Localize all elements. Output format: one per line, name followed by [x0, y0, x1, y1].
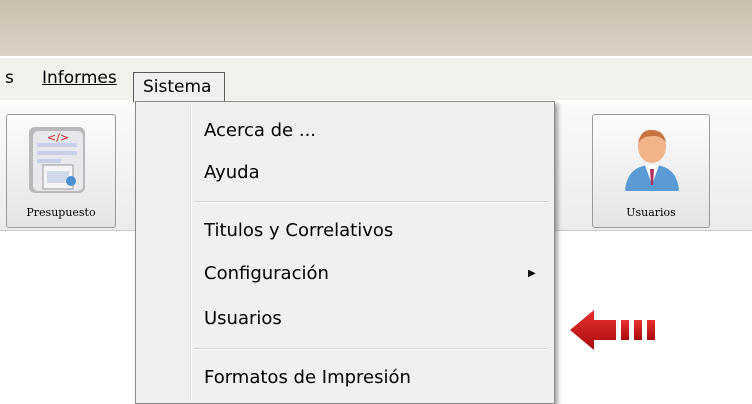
- menu-item-acerca-de[interactable]: Acerca de ...: [204, 120, 316, 141]
- usuarios-label: Usuarios: [626, 206, 676, 219]
- svg-text:</>: </>: [47, 131, 69, 144]
- menu-bar: s Informes: [0, 58, 752, 100]
- submenu-arrow-icon: ▶: [528, 268, 536, 279]
- menu-item-ayuda[interactable]: Ayuda: [204, 162, 260, 183]
- budget-document-icon: </>: [29, 127, 85, 193]
- window-titlebar: [0, 0, 752, 58]
- presupuesto-button[interactable]: </> Presupuesto: [6, 114, 116, 228]
- menu-item-titulos-correlativos[interactable]: Titulos y Correlativos: [204, 220, 393, 241]
- user-icon: [625, 129, 679, 191]
- menu-item-sistema[interactable]: Sistema: [133, 72, 225, 102]
- menu-item-informes-label: Informes: [42, 68, 117, 88]
- presupuesto-label: Presupuesto: [26, 206, 96, 219]
- menu-item-usuarios[interactable]: Usuarios: [204, 308, 282, 329]
- menu-separator: [194, 201, 548, 203]
- menu-item-partial[interactable]: s: [5, 68, 14, 88]
- red-arrow-icon: [570, 310, 655, 350]
- usuarios-button[interactable]: Usuarios: [592, 114, 710, 228]
- sistema-dropdown-menu: Acerca de ... Ayuda Titulos y Correlativ…: [135, 101, 555, 404]
- menu-item-informes[interactable]: Informes: [42, 68, 117, 88]
- menu-icon-gutter: [190, 104, 192, 401]
- menu-item-sistema-label: Sistema: [143, 77, 212, 97]
- menu-separator: [194, 348, 548, 350]
- menu-item-configuracion[interactable]: Configuración: [204, 263, 329, 284]
- menu-item-formatos-impresion[interactable]: Formatos de Impresión: [204, 367, 411, 388]
